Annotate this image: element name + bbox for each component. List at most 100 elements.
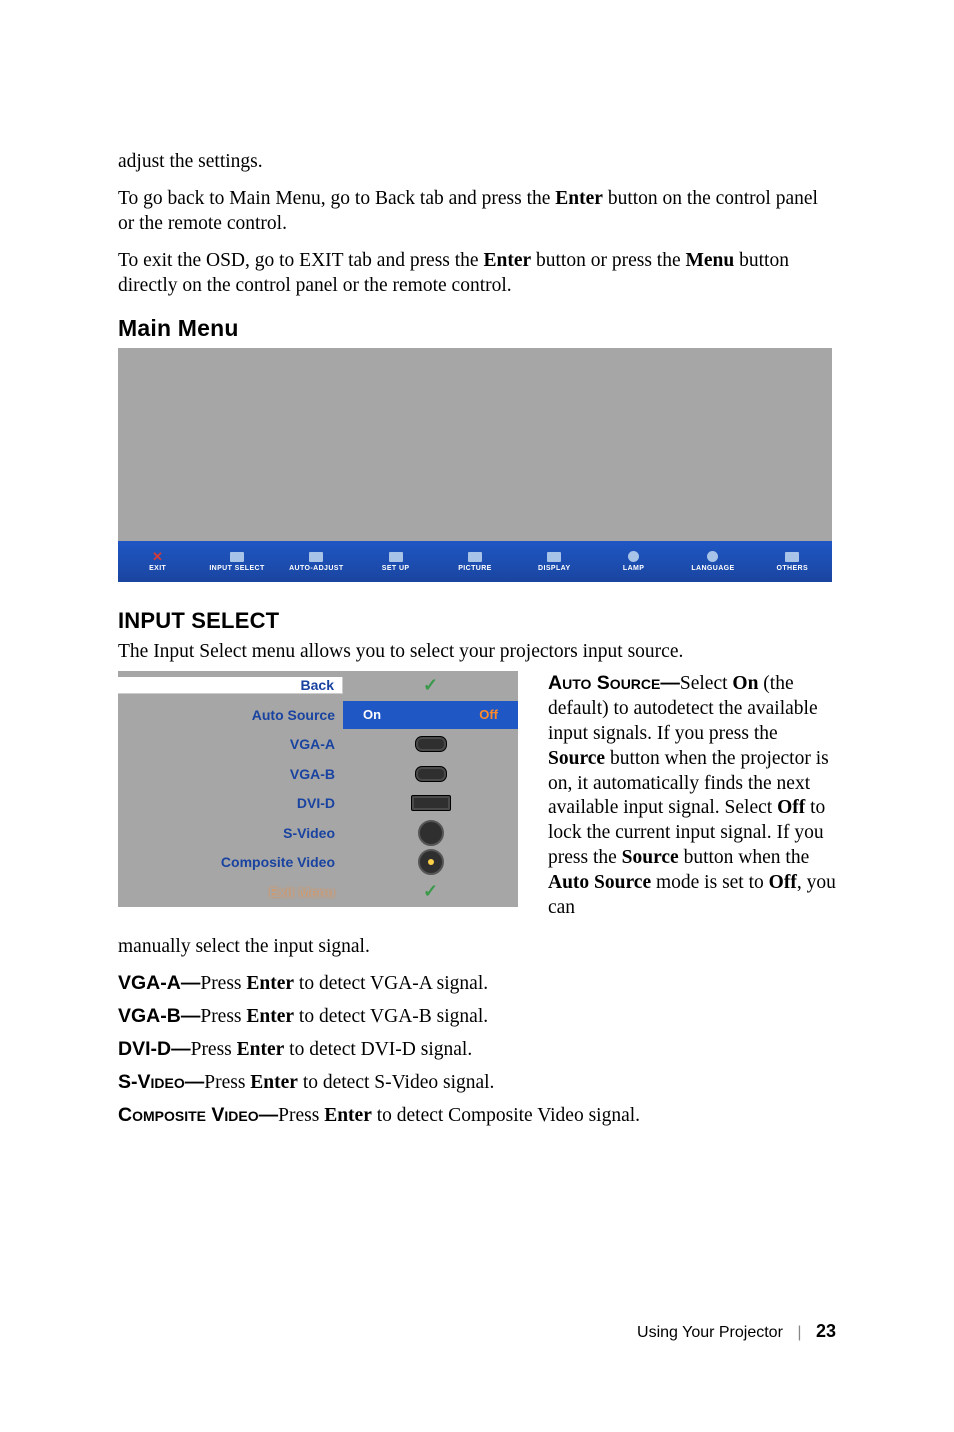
s-video-port-icon <box>418 820 444 846</box>
menu-label: S-Video <box>118 825 343 841</box>
tab-language[interactable]: LANGUAGE <box>673 541 752 582</box>
composite-port-icon <box>418 849 444 875</box>
text: to detect Composite Video signal. <box>372 1105 640 1126</box>
auto-adjust-icon <box>309 552 323 562</box>
text: button or press the <box>531 250 685 271</box>
enter-word: Enter <box>250 1072 298 1093</box>
text: mode is set to <box>651 872 769 893</box>
tab-label: DISPLAY <box>538 565 571 572</box>
menu-item-dvi-d[interactable]: DVI-D <box>118 789 518 819</box>
enter-label: Enter <box>483 250 531 271</box>
menu-item-exit[interactable]: Exit Menu ✓ <box>118 877 518 907</box>
source-word: Source <box>622 847 679 868</box>
enter-word: Enter <box>246 973 294 994</box>
menu-item-composite[interactable]: Composite Video <box>118 848 518 878</box>
picture-icon <box>468 552 482 562</box>
enter-word: Enter <box>246 1006 294 1027</box>
tab-label: PICTURE <box>458 565 492 572</box>
page-number: 23 <box>816 1321 836 1341</box>
tab-exit[interactable]: ✕ EXIT <box>118 541 197 582</box>
menu-label: VGA-A <box>118 736 343 752</box>
footer-separator: | <box>797 1324 801 1341</box>
tab-label: OTHERS <box>777 565 809 572</box>
menu-label: Composite Video <box>118 854 343 870</box>
heading-input-select: INPUT SELECT <box>118 608 836 634</box>
menu-label: Exit Menu <box>118 884 343 900</box>
vga-port-icon <box>415 736 447 752</box>
menu-label: VGA-B <box>118 766 343 782</box>
text: to detect VGA-B signal. <box>294 1006 488 1027</box>
main-menu-tabbar: ✕ EXIT INPUT SELECT AUTO-ADJUST SET UP PI… <box>118 541 832 582</box>
tab-input-select[interactable]: INPUT SELECT <box>197 541 276 582</box>
text: Press <box>191 1039 237 1060</box>
heading-main-menu: Main Menu <box>118 315 836 342</box>
text: to detect DVI-D signal. <box>284 1039 472 1060</box>
menu-item-s-video[interactable]: S-Video <box>118 818 518 848</box>
lamp-icon <box>628 551 639 562</box>
check-icon: ✓ <box>423 675 438 696</box>
input-select-intro: The Input Select menu allows you to sele… <box>118 640 836 665</box>
item-label: VGA-A— <box>118 972 200 994</box>
menu-item-vga-b[interactable]: VGA-B <box>118 759 518 789</box>
off-word: Off <box>769 872 797 893</box>
text: To exit the OSD, go to EXIT tab and pres… <box>118 250 483 271</box>
enter-label: Enter <box>555 188 603 209</box>
text: To go back to Main Menu, go to Back tab … <box>118 188 555 209</box>
tab-others[interactable]: OTHERS <box>753 541 832 582</box>
menu-label: Back <box>118 677 343 694</box>
input-select-icon <box>230 552 244 562</box>
setup-icon <box>389 552 403 562</box>
tab-setup[interactable]: SET UP <box>356 541 435 582</box>
tab-label: EXIT <box>149 565 166 572</box>
footer-section: Using Your Projector <box>637 1324 783 1341</box>
item-vga-a: VGA-A—Press Enter to detect VGA-A signal… <box>118 972 836 995</box>
tab-label: LAMP <box>623 565 644 572</box>
tab-label: LANGUAGE <box>691 565 734 572</box>
tab-lamp[interactable]: LAMP <box>594 541 673 582</box>
menu-label: Auto Source <box>118 707 343 723</box>
display-icon <box>547 552 561 562</box>
text: Press <box>204 1072 250 1093</box>
tab-picture[interactable]: PICTURE <box>435 541 514 582</box>
continue-text: manually select the input signal. <box>118 935 836 960</box>
item-label: VGA-B— <box>118 1005 200 1027</box>
text: to detect VGA-A signal. <box>294 973 488 994</box>
menu-item-back[interactable]: Back ✓ <box>118 671 518 701</box>
enter-word: Enter <box>324 1105 372 1126</box>
auto-source-description: Auto Source—Select On (the default) to a… <box>548 671 836 922</box>
item-vga-b: VGA-B—Press Enter to detect VGA-B signal… <box>118 1005 836 1028</box>
item-label: DVI-D— <box>118 1038 191 1060</box>
auto-source-word: Auto Source <box>548 872 651 893</box>
item-dvi-d: DVI-D—Press Enter to detect DVI-D signal… <box>118 1038 836 1061</box>
tab-display[interactable]: DISPLAY <box>515 541 594 582</box>
text: Select <box>680 673 733 694</box>
vga-port-icon <box>415 766 447 782</box>
item-composite: Composite Video—Press Enter to detect Co… <box>118 1104 836 1127</box>
on-word: On <box>732 673 758 694</box>
language-icon <box>707 551 718 562</box>
main-menu-screenshot: ✕ EXIT INPUT SELECT AUTO-ADJUST SET UP PI… <box>118 348 832 582</box>
others-icon <box>785 552 799 562</box>
auto-source-toggle[interactable]: On Off <box>343 701 518 729</box>
body-line: To go back to Main Menu, go to Back tab … <box>118 187 836 237</box>
page-footer: Using Your Projector | 23 <box>637 1321 836 1342</box>
enter-word: Enter <box>237 1039 285 1060</box>
text: button when the <box>679 847 810 868</box>
dvi-port-icon <box>411 795 451 811</box>
text: to detect S-Video signal. <box>298 1072 495 1093</box>
close-icon: ✕ <box>150 551 166 563</box>
menu-label: Menu <box>685 250 734 271</box>
off-word: Off <box>777 797 805 818</box>
text: Press <box>200 1006 246 1027</box>
tab-auto-adjust[interactable]: AUTO-ADJUST <box>277 541 356 582</box>
off-option: Off <box>479 707 498 722</box>
input-select-screenshot: Back ✓ Auto Source On Off VGA-A VGA-B DVI… <box>118 671 518 907</box>
menu-item-vga-a[interactable]: VGA-A <box>118 730 518 760</box>
definition-list: VGA-A—Press Enter to detect VGA-A signal… <box>118 972 836 1127</box>
tab-label: SET UP <box>382 565 410 572</box>
menu-item-auto-source[interactable]: Auto Source On Off <box>118 700 518 730</box>
on-option: On <box>363 707 381 722</box>
tab-label: INPUT SELECT <box>209 565 264 572</box>
source-word: Source <box>548 748 605 769</box>
tab-label: AUTO-ADJUST <box>289 565 343 572</box>
